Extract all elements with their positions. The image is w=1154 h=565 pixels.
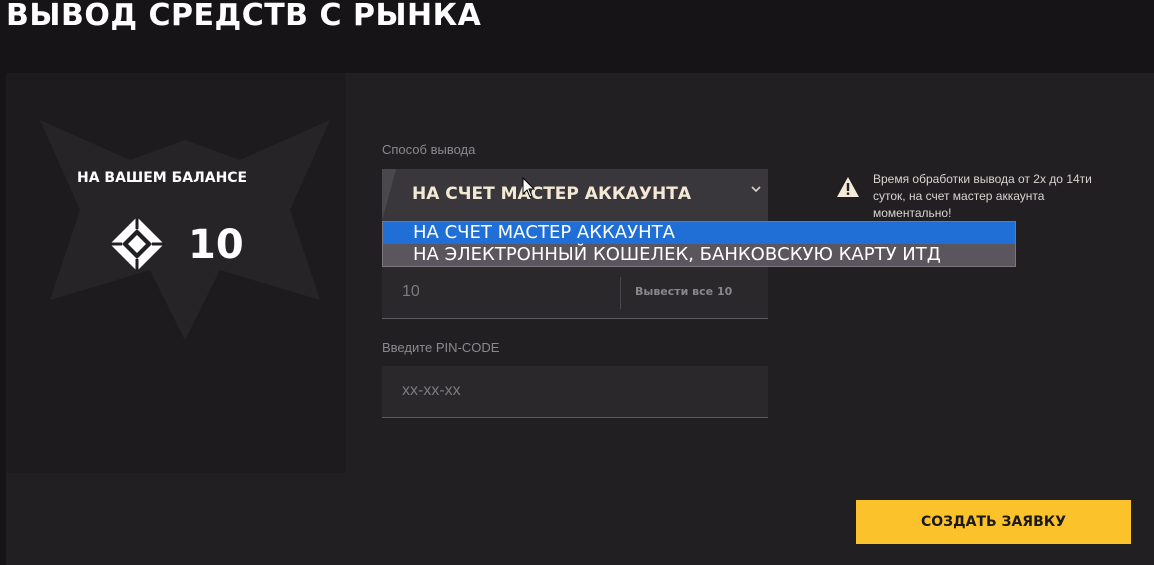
create-request-button[interactable]: СОЗДАТЬ ЗАЯВКУ — [856, 500, 1131, 544]
balance-amount: 10 — [188, 222, 244, 268]
mouse-cursor-icon — [522, 177, 536, 198]
withdraw-all-button[interactable]: Вывести все 10 — [635, 285, 732, 298]
background-emblem-icon — [40, 120, 330, 340]
select-value: НА СЧЕТ МАСТЕР АККАУНТА — [412, 184, 691, 204]
page-title: ВЫВОД СРЕДСТВ С РЫНКА — [6, 0, 482, 33]
amount-value: 10 — [402, 283, 420, 300]
warning-icon — [837, 177, 859, 197]
withdraw-method-select[interactable]: НА СЧЕТ МАСТЕР АККАУНТА — [382, 169, 768, 221]
select-notch — [382, 169, 396, 221]
option-e-wallet-card[interactable]: НА ЭЛЕКТРОННЫЙ КОШЕЛЕК, БАНКОВСКУЮ КАРТУ… — [383, 244, 1015, 266]
pin-label: Введите PIN-CODE — [382, 340, 500, 355]
pin-field[interactable]: xx-xx-xx — [382, 366, 768, 418]
crystal-coin-icon — [110, 217, 164, 271]
pin-placeholder: xx-xx-xx — [402, 382, 461, 399]
option-master-account[interactable]: НА СЧЕТ МАСТЕР АККАУНТА — [383, 222, 1015, 244]
chevron-down-icon — [750, 183, 762, 195]
divider — [620, 277, 621, 309]
withdraw-method-label: Способ вывода — [382, 142, 476, 157]
amount-field[interactable]: 10 Вывести все 10 — [382, 267, 768, 319]
withdraw-method-dropdown: НА СЧЕТ МАСТЕР АККАУНТА НА ЭЛЕКТРОННЫЙ К… — [382, 221, 1016, 267]
balance-label: НА ВАШЕМ БАЛАНСЕ — [77, 170, 248, 186]
processing-notice: Время обработки вывода от 2х до 14ти сут… — [873, 172, 1092, 220]
